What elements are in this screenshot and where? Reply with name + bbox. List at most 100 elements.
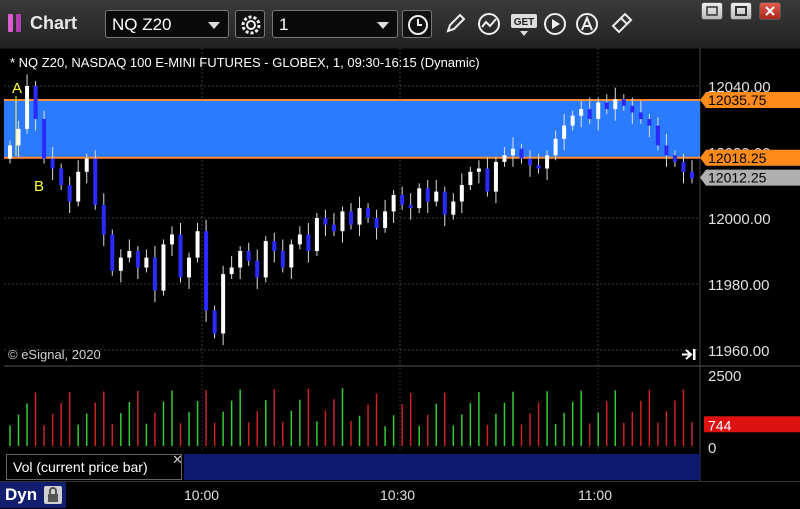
candle-body: [33, 86, 38, 119]
time-axis-bar: Dyn 10:00 10:30 11:00: [0, 481, 800, 508]
price-axis-label: 11960.00: [708, 343, 769, 360]
clock-icon[interactable]: [402, 10, 432, 38]
candle-body: [144, 257, 149, 268]
candle-body: [604, 102, 609, 110]
candle-body: [664, 145, 669, 156]
study-icon[interactable]: [474, 10, 504, 38]
candle-body: [25, 86, 30, 129]
candle-body: [212, 310, 217, 334]
settings-gear-icon[interactable]: [235, 10, 265, 38]
price-tag-upper: 12035.75: [708, 92, 767, 108]
candle-body: [408, 204, 413, 209]
marker-a: A: [12, 80, 22, 97]
candle-body: [152, 257, 157, 291]
play-icon[interactable]: [540, 10, 570, 38]
scroll-to-end-icon[interactable]: [681, 348, 697, 361]
interval-combobox[interactable]: 1: [272, 10, 398, 38]
volume-study-label[interactable]: Vol (current price bar): [6, 454, 182, 480]
status-strip: [184, 454, 700, 480]
price-tag-lower: 12018.25: [708, 150, 767, 166]
toolbar: Chart NQ Z20 1 GET: [0, 0, 800, 49]
range-band: [4, 100, 700, 158]
candle-body: [510, 148, 515, 156]
price-axis-label: 11980.00: [708, 277, 769, 294]
candle-body: [76, 171, 81, 202]
candle-body: [314, 218, 319, 251]
close-study-icon[interactable]: ✕: [172, 452, 183, 468]
candle-body: [67, 185, 72, 202]
chevron-down-icon: [208, 22, 220, 29]
get-icon[interactable]: GET: [507, 10, 537, 38]
candle-body: [101, 204, 106, 235]
candle-body: [545, 155, 550, 169]
candle-body: [468, 171, 473, 185]
candle-body: [570, 115, 575, 126]
candle-body: [638, 112, 643, 119]
candle-body: [178, 234, 183, 278]
svg-text:GET: GET: [514, 17, 535, 28]
chart-panel[interactable]: 12040.0012020.0012000.0011980.0011960.00…: [4, 48, 800, 481]
candle-body: [493, 161, 498, 192]
lock-icon[interactable]: [44, 486, 62, 504]
candle-body: [331, 224, 336, 232]
candle-body: [238, 251, 243, 268]
candle-body: [553, 138, 558, 156]
candle-body: [280, 251, 285, 268]
candle-body: [536, 165, 541, 169]
price-chart[interactable]: 12040.0012020.0012000.0011980.0011960.00…: [4, 48, 800, 481]
candle-body: [50, 158, 55, 169]
candle-body: [690, 171, 694, 179]
candle-body: [442, 191, 447, 215]
dynamic-mode-label: Dyn: [5, 485, 38, 504]
candle-body: [417, 188, 422, 209]
candle-body: [297, 234, 302, 245]
marker-b: B: [34, 178, 44, 195]
candle-body: [323, 218, 328, 225]
candle-body: [161, 244, 166, 291]
candle-body: [42, 119, 47, 159]
pencil-icon[interactable]: [440, 10, 470, 38]
alert-icon[interactable]: [572, 10, 602, 38]
restore-icon[interactable]: [701, 2, 723, 20]
candle-body: [383, 211, 388, 228]
dynamic-mode-button[interactable]: Dyn: [0, 482, 66, 508]
candle-body: [502, 155, 507, 162]
time-label-1100: 11:00: [578, 487, 612, 503]
candle-body: [400, 194, 405, 205]
candle-body: [8, 145, 12, 159]
candle-body: [425, 188, 430, 202]
candle-body: [84, 158, 89, 172]
symbol-value: NQ Z20: [112, 15, 172, 34]
price-tag-last: 12012.25: [708, 170, 767, 186]
candle-body: [451, 201, 456, 215]
close-icon[interactable]: [759, 2, 781, 20]
price-axis-label: 12000.00: [708, 211, 771, 228]
candle-body: [340, 211, 345, 232]
candle-body: [16, 128, 21, 146]
candle-body: [263, 241, 268, 278]
candle-body: [630, 105, 635, 113]
candle-body: [118, 257, 123, 271]
candle-body: [221, 274, 226, 334]
candle-body: [459, 185, 464, 202]
candle-body: [613, 99, 618, 110]
candle-body: [672, 155, 677, 162]
candle-body: [272, 241, 277, 251]
candle-body: [255, 260, 260, 278]
chevron-down-icon: [377, 22, 389, 29]
candle-body: [229, 267, 234, 275]
cursor-icon[interactable]: [604, 10, 634, 38]
chart-title: * NQ Z20, NASDAQ 100 E-MINI FUTURES - GL…: [10, 55, 480, 70]
volume-tag: 744: [708, 417, 732, 433]
candle-body: [169, 234, 174, 245]
candle-body: [59, 168, 64, 185]
volume-axis-zero: 0: [708, 440, 716, 457]
candle-body: [374, 218, 379, 228]
candle-body: [246, 251, 251, 261]
candle-body: [195, 231, 200, 258]
symbol-combobox[interactable]: NQ Z20: [105, 10, 229, 38]
time-label-1030: 10:30: [380, 487, 416, 503]
maximize-icon[interactable]: [730, 2, 752, 20]
chart-app-icon: [8, 14, 22, 32]
candle-body: [110, 234, 115, 271]
